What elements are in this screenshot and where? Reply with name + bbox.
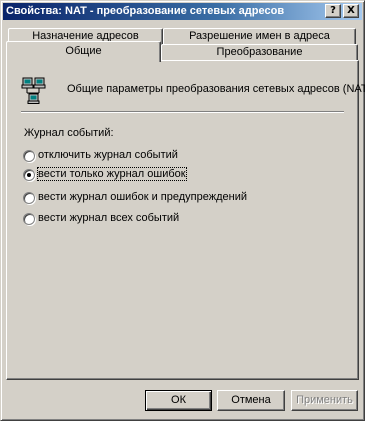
close-button[interactable]: X (343, 4, 359, 18)
tab-label: Общие (65, 45, 102, 57)
ok-button[interactable]: ОК (145, 390, 212, 411)
event-log-label: Журнал событий: (24, 127, 114, 139)
radio-button[interactable] (23, 169, 35, 181)
title-bar: Свойства: NAT - преобразование сетевых а… (3, 3, 362, 20)
radio-button[interactable] (23, 150, 35, 162)
tab-translation[interactable]: Преобразование (161, 44, 358, 61)
radio-label: вести журнал всех событий (38, 212, 180, 224)
close-icon: X (347, 5, 355, 16)
divider (21, 111, 344, 113)
radio-button[interactable] (23, 213, 35, 225)
radio-label: вести только журнал ошибок (37, 167, 187, 181)
tab-general[interactable]: Общие (6, 41, 161, 62)
properties-dialog: Свойства: NAT - преобразование сетевых а… (0, 0, 365, 421)
network-computers-icon (21, 77, 46, 104)
tab-label: Преобразование (216, 46, 303, 58)
nat-description: Общие параметры преобразования сетевых а… (67, 83, 365, 95)
help-icon: ? (330, 5, 336, 16)
radio-label: вести журнал ошибок и предупреждений (38, 191, 247, 203)
window-title: Свойства: NAT - преобразование сетевых а… (6, 5, 285, 17)
tab-name-resolution[interactable]: Разрешение имен в адреса (163, 28, 356, 45)
help-button[interactable]: ? (325, 4, 341, 18)
tab-label: Разрешение имен в адреса (189, 30, 330, 42)
cancel-button[interactable]: Отмена (217, 390, 285, 411)
radio-label: отключить журнал событий (38, 149, 178, 161)
radio-button[interactable] (23, 192, 35, 204)
apply-button[interactable]: Применить (291, 390, 358, 411)
